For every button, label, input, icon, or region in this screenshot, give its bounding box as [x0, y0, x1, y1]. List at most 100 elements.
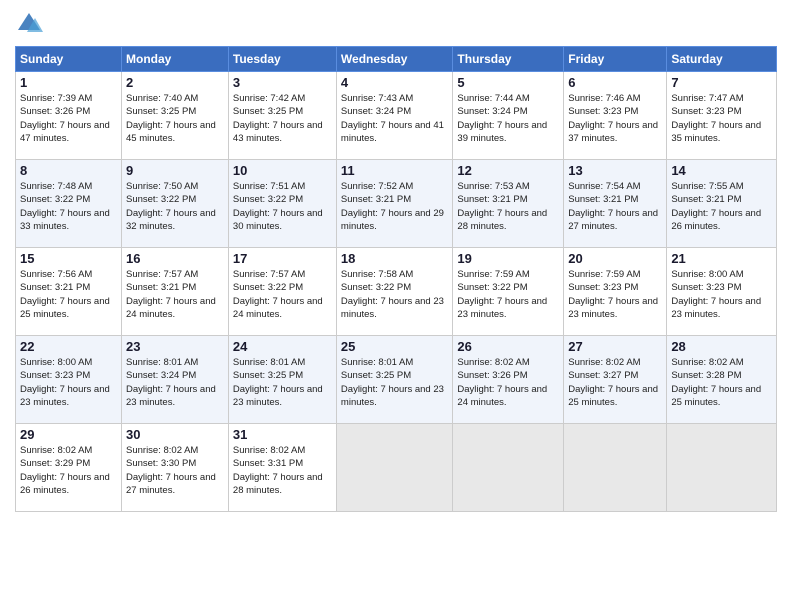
- day-header-tuesday: Tuesday: [228, 47, 336, 72]
- day-number: 29: [20, 427, 117, 442]
- day-info: Sunrise: 8:02 AM Sunset: 3:27 PM Dayligh…: [568, 356, 662, 409]
- day-number: 5: [457, 75, 559, 90]
- calendar-cell: 27 Sunrise: 8:02 AM Sunset: 3:27 PM Dayl…: [564, 336, 667, 424]
- day-header-wednesday: Wednesday: [336, 47, 452, 72]
- calendar-cell: 1 Sunrise: 7:39 AM Sunset: 3:26 PM Dayli…: [16, 72, 122, 160]
- day-info: Sunrise: 8:02 AM Sunset: 3:29 PM Dayligh…: [20, 444, 117, 497]
- calendar-week-5: 29 Sunrise: 8:02 AM Sunset: 3:29 PM Dayl…: [16, 424, 777, 512]
- day-number: 3: [233, 75, 332, 90]
- day-number: 22: [20, 339, 117, 354]
- calendar-header-row: SundayMondayTuesdayWednesdayThursdayFrid…: [16, 47, 777, 72]
- calendar-cell: 16 Sunrise: 7:57 AM Sunset: 3:21 PM Dayl…: [122, 248, 229, 336]
- calendar-cell: 21 Sunrise: 8:00 AM Sunset: 3:23 PM Dayl…: [667, 248, 777, 336]
- calendar-cell: 28 Sunrise: 8:02 AM Sunset: 3:28 PM Dayl…: [667, 336, 777, 424]
- day-info: Sunrise: 7:44 AM Sunset: 3:24 PM Dayligh…: [457, 92, 559, 145]
- day-info: Sunrise: 7:58 AM Sunset: 3:22 PM Dayligh…: [341, 268, 448, 321]
- day-number: 25: [341, 339, 448, 354]
- calendar-cell: 18 Sunrise: 7:58 AM Sunset: 3:22 PM Dayl…: [336, 248, 452, 336]
- calendar-cell: 12 Sunrise: 7:53 AM Sunset: 3:21 PM Dayl…: [453, 160, 564, 248]
- day-number: 2: [126, 75, 224, 90]
- day-info: Sunrise: 8:00 AM Sunset: 3:23 PM Dayligh…: [20, 356, 117, 409]
- calendar-cell: 17 Sunrise: 7:57 AM Sunset: 3:22 PM Dayl…: [228, 248, 336, 336]
- calendar-cell: 9 Sunrise: 7:50 AM Sunset: 3:22 PM Dayli…: [122, 160, 229, 248]
- day-info: Sunrise: 8:02 AM Sunset: 3:28 PM Dayligh…: [671, 356, 772, 409]
- calendar-cell: [667, 424, 777, 512]
- day-info: Sunrise: 7:57 AM Sunset: 3:22 PM Dayligh…: [233, 268, 332, 321]
- day-info: Sunrise: 8:01 AM Sunset: 3:25 PM Dayligh…: [233, 356, 332, 409]
- calendar-cell: 23 Sunrise: 8:01 AM Sunset: 3:24 PM Dayl…: [122, 336, 229, 424]
- day-info: Sunrise: 7:40 AM Sunset: 3:25 PM Dayligh…: [126, 92, 224, 145]
- day-info: Sunrise: 7:43 AM Sunset: 3:24 PM Dayligh…: [341, 92, 448, 145]
- day-header-sunday: Sunday: [16, 47, 122, 72]
- day-info: Sunrise: 7:50 AM Sunset: 3:22 PM Dayligh…: [126, 180, 224, 233]
- day-info: Sunrise: 7:54 AM Sunset: 3:21 PM Dayligh…: [568, 180, 662, 233]
- calendar-cell: 5 Sunrise: 7:44 AM Sunset: 3:24 PM Dayli…: [453, 72, 564, 160]
- calendar-week-4: 22 Sunrise: 8:00 AM Sunset: 3:23 PM Dayl…: [16, 336, 777, 424]
- day-number: 28: [671, 339, 772, 354]
- day-number: 15: [20, 251, 117, 266]
- day-number: 6: [568, 75, 662, 90]
- calendar-cell: 11 Sunrise: 7:52 AM Sunset: 3:21 PM Dayl…: [336, 160, 452, 248]
- logo-icon: [15, 10, 43, 38]
- calendar-cell: 29 Sunrise: 8:02 AM Sunset: 3:29 PM Dayl…: [16, 424, 122, 512]
- day-number: 17: [233, 251, 332, 266]
- calendar-cell: 30 Sunrise: 8:02 AM Sunset: 3:30 PM Dayl…: [122, 424, 229, 512]
- day-info: Sunrise: 7:48 AM Sunset: 3:22 PM Dayligh…: [20, 180, 117, 233]
- day-info: Sunrise: 7:47 AM Sunset: 3:23 PM Dayligh…: [671, 92, 772, 145]
- calendar-cell: 15 Sunrise: 7:56 AM Sunset: 3:21 PM Dayl…: [16, 248, 122, 336]
- calendar-cell: 20 Sunrise: 7:59 AM Sunset: 3:23 PM Dayl…: [564, 248, 667, 336]
- day-info: Sunrise: 8:02 AM Sunset: 3:31 PM Dayligh…: [233, 444, 332, 497]
- day-info: Sunrise: 7:51 AM Sunset: 3:22 PM Dayligh…: [233, 180, 332, 233]
- day-number: 23: [126, 339, 224, 354]
- calendar-cell: 26 Sunrise: 8:02 AM Sunset: 3:26 PM Dayl…: [453, 336, 564, 424]
- day-info: Sunrise: 8:01 AM Sunset: 3:24 PM Dayligh…: [126, 356, 224, 409]
- calendar-cell: 2 Sunrise: 7:40 AM Sunset: 3:25 PM Dayli…: [122, 72, 229, 160]
- day-number: 20: [568, 251, 662, 266]
- day-number: 30: [126, 427, 224, 442]
- day-number: 19: [457, 251, 559, 266]
- calendar-table: SundayMondayTuesdayWednesdayThursdayFrid…: [15, 46, 777, 512]
- day-info: Sunrise: 8:01 AM Sunset: 3:25 PM Dayligh…: [341, 356, 448, 409]
- day-number: 31: [233, 427, 332, 442]
- day-info: Sunrise: 7:52 AM Sunset: 3:21 PM Dayligh…: [341, 180, 448, 233]
- day-number: 14: [671, 163, 772, 178]
- day-info: Sunrise: 8:02 AM Sunset: 3:30 PM Dayligh…: [126, 444, 224, 497]
- day-number: 11: [341, 163, 448, 178]
- day-info: Sunrise: 7:59 AM Sunset: 3:23 PM Dayligh…: [568, 268, 662, 321]
- calendar-cell: 8 Sunrise: 7:48 AM Sunset: 3:22 PM Dayli…: [16, 160, 122, 248]
- day-header-monday: Monday: [122, 47, 229, 72]
- calendar-cell: 13 Sunrise: 7:54 AM Sunset: 3:21 PM Dayl…: [564, 160, 667, 248]
- day-info: Sunrise: 7:42 AM Sunset: 3:25 PM Dayligh…: [233, 92, 332, 145]
- calendar-cell: 14 Sunrise: 7:55 AM Sunset: 3:21 PM Dayl…: [667, 160, 777, 248]
- calendar-cell: 6 Sunrise: 7:46 AM Sunset: 3:23 PM Dayli…: [564, 72, 667, 160]
- day-info: Sunrise: 7:59 AM Sunset: 3:22 PM Dayligh…: [457, 268, 559, 321]
- day-info: Sunrise: 7:56 AM Sunset: 3:21 PM Dayligh…: [20, 268, 117, 321]
- day-number: 10: [233, 163, 332, 178]
- calendar-week-2: 8 Sunrise: 7:48 AM Sunset: 3:22 PM Dayli…: [16, 160, 777, 248]
- day-number: 24: [233, 339, 332, 354]
- day-number: 18: [341, 251, 448, 266]
- day-number: 16: [126, 251, 224, 266]
- calendar-cell: 24 Sunrise: 8:01 AM Sunset: 3:25 PM Dayl…: [228, 336, 336, 424]
- calendar-cell: [564, 424, 667, 512]
- calendar-week-3: 15 Sunrise: 7:56 AM Sunset: 3:21 PM Dayl…: [16, 248, 777, 336]
- day-number: 12: [457, 163, 559, 178]
- calendar-cell: 25 Sunrise: 8:01 AM Sunset: 3:25 PM Dayl…: [336, 336, 452, 424]
- calendar-page: SundayMondayTuesdayWednesdayThursdayFrid…: [0, 0, 792, 612]
- day-info: Sunrise: 7:46 AM Sunset: 3:23 PM Dayligh…: [568, 92, 662, 145]
- calendar-cell: [453, 424, 564, 512]
- day-number: 13: [568, 163, 662, 178]
- calendar-cell: 19 Sunrise: 7:59 AM Sunset: 3:22 PM Dayl…: [453, 248, 564, 336]
- day-number: 7: [671, 75, 772, 90]
- header: [15, 10, 777, 38]
- calendar-cell: 31 Sunrise: 8:02 AM Sunset: 3:31 PM Dayl…: [228, 424, 336, 512]
- day-header-friday: Friday: [564, 47, 667, 72]
- calendar-cell: 22 Sunrise: 8:00 AM Sunset: 3:23 PM Dayl…: [16, 336, 122, 424]
- day-number: 1: [20, 75, 117, 90]
- calendar-cell: 7 Sunrise: 7:47 AM Sunset: 3:23 PM Dayli…: [667, 72, 777, 160]
- calendar-body: 1 Sunrise: 7:39 AM Sunset: 3:26 PM Dayli…: [16, 72, 777, 512]
- day-info: Sunrise: 7:55 AM Sunset: 3:21 PM Dayligh…: [671, 180, 772, 233]
- calendar-week-1: 1 Sunrise: 7:39 AM Sunset: 3:26 PM Dayli…: [16, 72, 777, 160]
- day-number: 21: [671, 251, 772, 266]
- calendar-cell: 4 Sunrise: 7:43 AM Sunset: 3:24 PM Dayli…: [336, 72, 452, 160]
